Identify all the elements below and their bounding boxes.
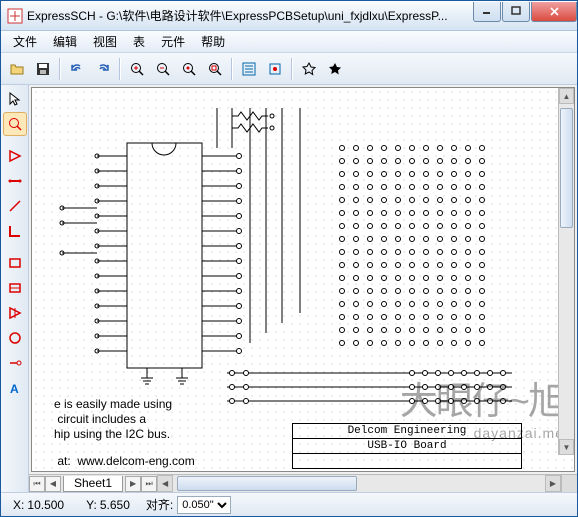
zoom-out-button[interactable] (151, 57, 175, 81)
buffer-tool[interactable] (3, 144, 27, 168)
sheet-tab-1[interactable]: Sheet1 (63, 476, 123, 492)
status-y: Y: 5.650 (80, 497, 136, 513)
zoom-tool[interactable] (3, 112, 27, 136)
workarea: A (1, 85, 577, 492)
polygon-tool[interactable] (3, 301, 27, 325)
wire-tool[interactable] (3, 169, 27, 193)
scroll-corner (561, 475, 577, 492)
zoom-prev-button[interactable] (203, 57, 227, 81)
horizontal-scrollbar[interactable]: ◀ ▶ (157, 475, 561, 492)
status-snap: 对齐: 0.050" (146, 496, 231, 514)
vertical-scrollbar[interactable]: ▲ ▼ (558, 88, 574, 455)
scroll-left-icon[interactable]: ◀ (157, 475, 173, 492)
title-block: Delcom Engineering USB-IO Board (292, 423, 522, 469)
select-tool[interactable] (3, 87, 27, 111)
sheet-bar: ⏮ ◀ Sheet1 ▶ ⏭ ◀ ▶ (29, 474, 577, 492)
app-window: ExpressSCH - G:\软件\电路设计软件\ExpressPCBSetu… (0, 0, 578, 517)
menu-view[interactable]: 视图 (85, 31, 125, 52)
title-block-company: Delcom Engineering (293, 424, 521, 439)
menubar: 文件 编辑 视图 表 元件 帮助 (1, 31, 577, 53)
line-tool[interactable] (3, 194, 27, 218)
maximize-button[interactable] (502, 2, 530, 22)
menu-table[interactable]: 表 (125, 31, 153, 52)
window-title: ExpressSCH - G:\软件\电路设计软件\ExpressPCBSetu… (27, 7, 472, 24)
zoom-fit-button[interactable] (177, 57, 201, 81)
minimize-button[interactable] (473, 2, 501, 22)
status-x: X: 10.500 (7, 497, 70, 513)
note-text: e is easily made using circuit includes … (54, 398, 195, 472)
titlebar[interactable]: ExpressSCH - G:\软件\电路设计软件\ExpressPCBSetu… (1, 1, 577, 31)
title-block-product: USB-IO Board (293, 439, 521, 454)
snap-select[interactable]: 0.050" (177, 496, 231, 514)
svg-text:A: A (10, 382, 19, 396)
sheet-prev-icon[interactable]: ◀ (45, 476, 61, 492)
pin-tool[interactable] (3, 351, 27, 375)
canvas[interactable]: e is easily made using circuit includes … (31, 87, 575, 472)
vscroll-thumb[interactable] (560, 108, 573, 228)
hscroll-thumb[interactable] (177, 476, 357, 491)
statusbar: X: 10.500 Y: 5.650 对齐: 0.050" (1, 492, 577, 516)
sheet-first-icon[interactable]: ⏮ (29, 476, 45, 492)
sheet-last-icon[interactable]: ⏭ (141, 476, 157, 492)
text-tool[interactable]: A (3, 376, 27, 400)
filled-rect-tool[interactable] (3, 276, 27, 300)
main-toolbar (1, 53, 577, 85)
tool-palette: A (1, 85, 29, 492)
save-button[interactable] (31, 57, 55, 81)
redo-button[interactable] (91, 57, 115, 81)
corner-tool[interactable] (3, 219, 27, 243)
scroll-right-icon[interactable]: ▶ (545, 475, 561, 492)
scroll-down-icon[interactable]: ▼ (559, 439, 574, 455)
rect-tool[interactable] (3, 251, 27, 275)
options-button[interactable] (237, 57, 261, 81)
rotate-button[interactable] (323, 57, 347, 81)
undo-button[interactable] (65, 57, 89, 81)
zoom-in-button[interactable] (125, 57, 149, 81)
layers-button[interactable] (263, 57, 287, 81)
snap-button[interactable] (297, 57, 321, 81)
close-button[interactable] (531, 2, 577, 22)
circle-tool[interactable] (3, 326, 27, 350)
menu-file[interactable]: 文件 (5, 31, 45, 52)
app-icon (7, 8, 23, 24)
menu-edit[interactable]: 编辑 (45, 31, 85, 52)
menu-component[interactable]: 元件 (153, 31, 193, 52)
open-button[interactable] (5, 57, 29, 81)
menu-help[interactable]: 帮助 (193, 31, 233, 52)
sheet-next-icon[interactable]: ▶ (125, 476, 141, 492)
scroll-up-icon[interactable]: ▲ (559, 88, 574, 104)
